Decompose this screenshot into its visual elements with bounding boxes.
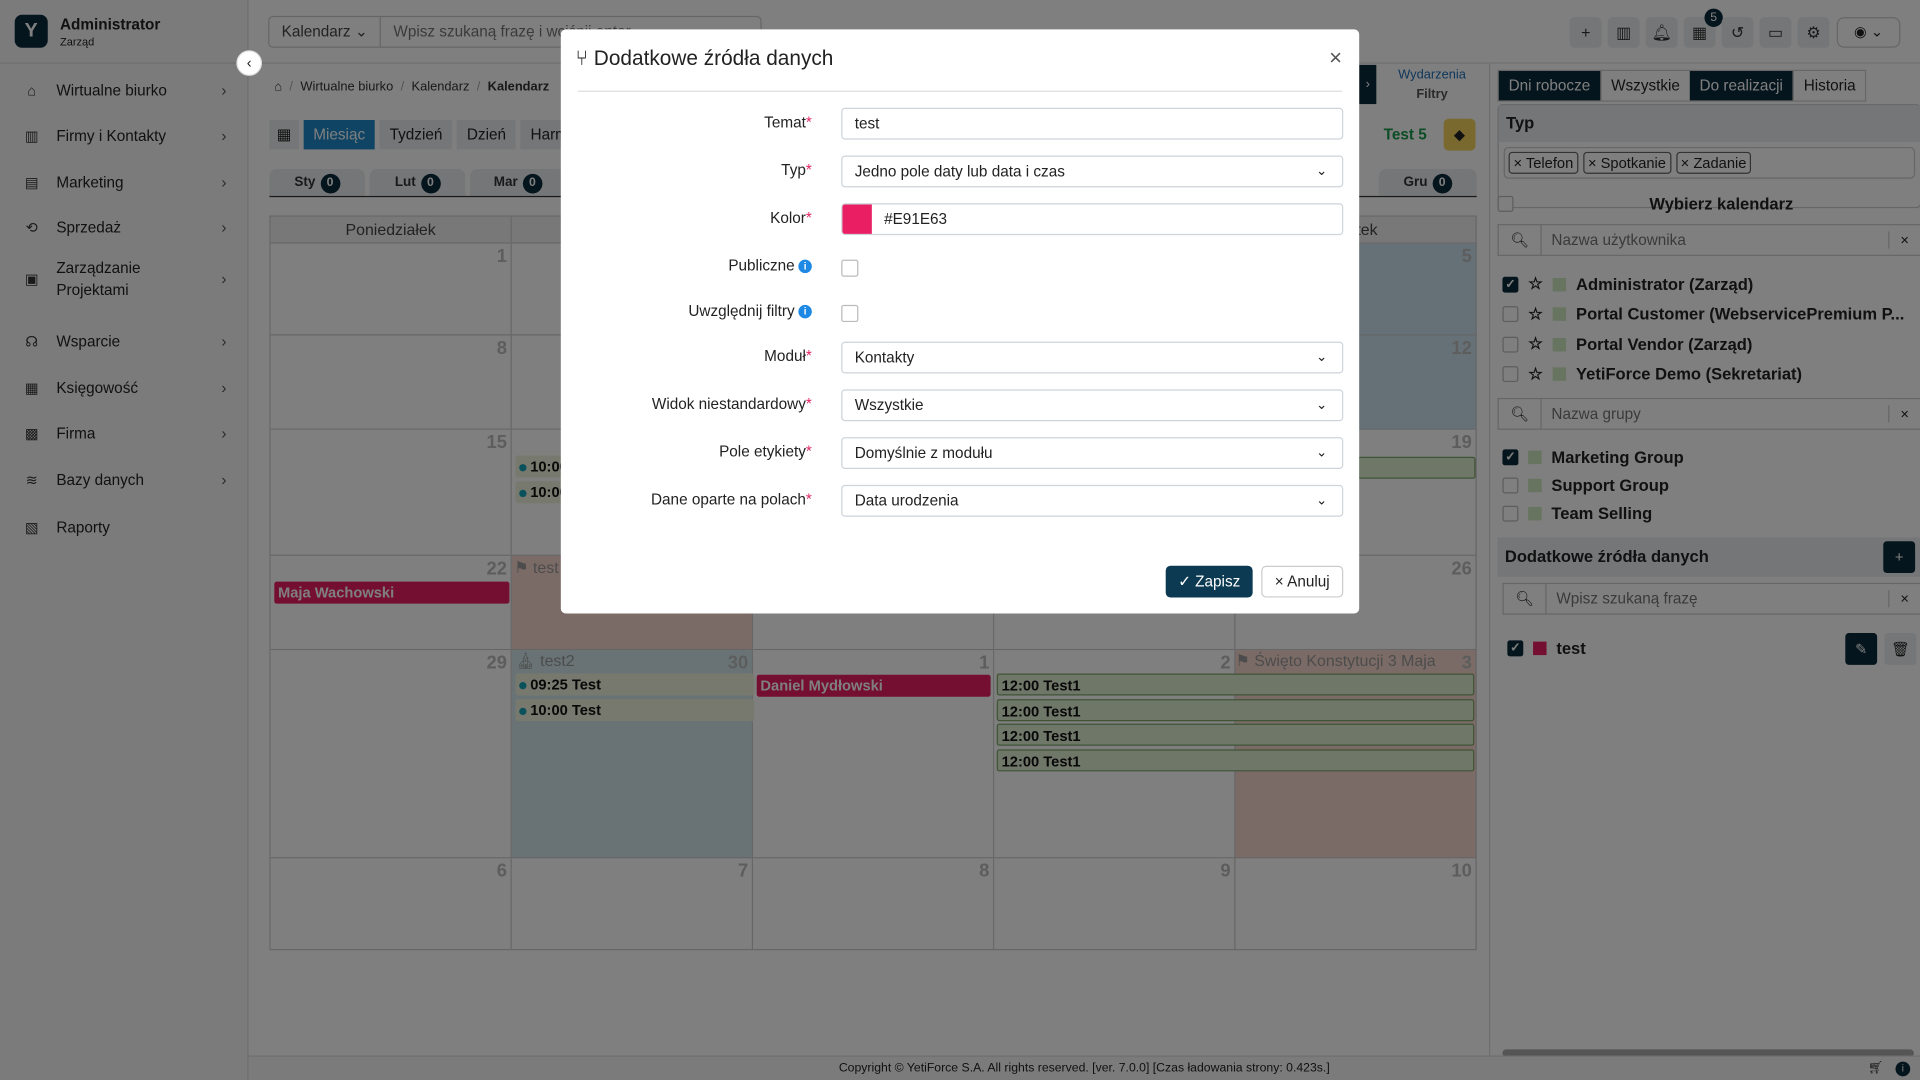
module-label: Moduł* bbox=[764, 347, 812, 365]
cancel-button[interactable]: × Anuluj bbox=[1261, 565, 1344, 598]
chevron-down-icon: ⌄ bbox=[1316, 493, 1328, 509]
chevron-down-icon: ⌄ bbox=[1316, 164, 1328, 179]
module-select[interactable]: Kontakty ⌄ bbox=[841, 341, 1344, 374]
filters-label: Uwzględnij filtry i bbox=[688, 302, 812, 320]
info-icon: i bbox=[798, 305, 812, 319]
public-checkbox[interactable] bbox=[841, 259, 859, 277]
include-filters-checkbox[interactable] bbox=[841, 304, 859, 323]
color-label: Kolor* bbox=[770, 209, 812, 227]
subject-input[interactable]: test bbox=[841, 107, 1344, 140]
chevron-down-icon: ⌄ bbox=[1316, 445, 1328, 461]
public-label: Publiczne i bbox=[728, 257, 812, 274]
info-icon: i bbox=[798, 259, 812, 274]
collapse-sidebar-button[interactable]: ‹ bbox=[236, 50, 263, 76]
subject-label: Temat* bbox=[764, 113, 812, 132]
modal-header: ⑂ Dodatkowe źródła danych bbox=[576, 47, 834, 71]
color-swatch[interactable] bbox=[842, 204, 872, 234]
chevron-down-icon: ⌄ bbox=[1316, 350, 1328, 365]
date-field-label: Dane oparte na polach* bbox=[650, 491, 812, 509]
label-field-select[interactable]: Domyślnie z modułu ⌄ bbox=[841, 437, 1344, 469]
additional-sources-modal: ⑂ Dodatkowe źródła danych × Temat* test … bbox=[560, 29, 1360, 614]
date-field-select[interactable]: Data urodzenia ⌄ bbox=[841, 484, 1344, 517]
color-input[interactable]: #E91E63 bbox=[841, 203, 1344, 236]
custom-view-select[interactable]: Wszystkie ⌄ bbox=[841, 389, 1344, 422]
modal-title: Dodatkowe źródła danych bbox=[593, 46, 834, 70]
chevron-down-icon: ⌄ bbox=[1316, 397, 1328, 413]
label-field-label: Pole etykiety* bbox=[719, 443, 812, 461]
save-button[interactable]: ✓ Zapisz bbox=[1165, 565, 1253, 598]
branch-icon: ⑂ bbox=[575, 46, 589, 70]
type-select[interactable]: Jedno pole daty lub data i czas ⌄ bbox=[841, 155, 1344, 188]
close-icon[interactable]: × bbox=[1329, 45, 1342, 71]
type-label: Typ* bbox=[781, 161, 812, 179]
custom-view-label: Widok niestandardowy* bbox=[651, 395, 812, 413]
